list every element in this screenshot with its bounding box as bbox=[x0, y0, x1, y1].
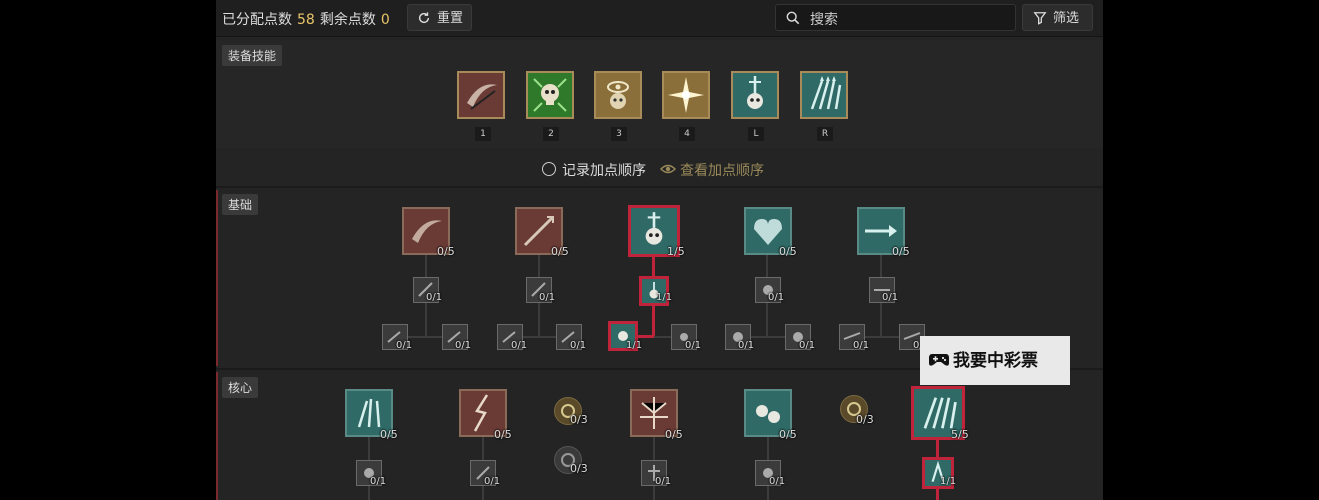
remaining-points-label: 剩余点数 bbox=[319, 12, 376, 28]
remaining-points-value: 0 bbox=[380, 12, 390, 28]
equipped-slot-4[interactable] bbox=[662, 71, 710, 119]
skill-rank: 1/5 bbox=[667, 245, 685, 258]
slot-key-1: 1 bbox=[475, 127, 491, 141]
skill-rank: 0/3 bbox=[570, 413, 588, 426]
upgrade-rank: 1/1 bbox=[940, 476, 957, 487]
skill-rank: 0/5 bbox=[665, 428, 683, 441]
bone-spear-icon bbox=[810, 76, 842, 110]
gamepad-icon bbox=[929, 354, 949, 366]
equipped-slot-R[interactable] bbox=[800, 71, 848, 119]
skill-rank: 5/5 bbox=[951, 428, 969, 441]
equipped-title: 装备技能 bbox=[222, 45, 283, 66]
upgrade-rank: 0/1 bbox=[768, 292, 785, 303]
basic-title: 基础 bbox=[222, 194, 259, 215]
refresh-icon bbox=[418, 12, 430, 24]
skill-rank: 0/5 bbox=[892, 245, 910, 258]
upgrade-rank: 0/1 bbox=[769, 476, 786, 487]
skill-rank: 0/5 bbox=[779, 428, 797, 441]
skill-rank: 0/3 bbox=[856, 413, 874, 426]
star-burst-icon bbox=[668, 77, 704, 113]
skill-rank: 0/3 bbox=[570, 462, 588, 475]
allocated-points-value: 58 bbox=[297, 12, 315, 28]
modifier-rank: 0/1 bbox=[738, 340, 755, 351]
reset-label: 重置 bbox=[437, 11, 464, 26]
eye-icon bbox=[660, 164, 676, 174]
modifier-rank: 0/1 bbox=[685, 340, 702, 351]
upgrade-rank: 1/1 bbox=[656, 292, 673, 303]
skill-rank: 0/5 bbox=[494, 428, 512, 441]
equipped-section bbox=[216, 40, 1103, 148]
equipped-slot-L[interactable] bbox=[731, 71, 779, 119]
equipped-slot-2[interactable] bbox=[526, 71, 574, 119]
watermark-text: 我要中彩票 bbox=[953, 351, 1038, 371]
scythe-slash-icon bbox=[467, 84, 497, 110]
upgrade-rank: 0/1 bbox=[655, 476, 672, 487]
modifier-rank: 0/1 bbox=[853, 340, 870, 351]
slot-key-3: 3 bbox=[611, 127, 627, 141]
search-placeholder: 搜索 bbox=[810, 12, 838, 28]
slot-key-2: 2 bbox=[543, 127, 559, 141]
skill-rank: 0/5 bbox=[551, 245, 569, 258]
skill-rank: 0/5 bbox=[779, 245, 797, 258]
skill-tree-panel: 已分配点数 58 剩余点数 0 重置 搜索 筛选 装备技能 1 2 3 4 L … bbox=[216, 0, 1103, 500]
equipped-slot-3[interactable] bbox=[594, 71, 642, 119]
modifier-rank: 0/1 bbox=[396, 340, 413, 351]
allocated-points-label: 已分配点数 bbox=[222, 12, 292, 28]
slot-key-4: 4 bbox=[679, 127, 695, 141]
search-input[interactable]: 搜索 bbox=[775, 4, 1016, 31]
skull-poison-icon bbox=[533, 78, 567, 112]
modifier-rank: 1/1 bbox=[626, 340, 643, 351]
skill-rank: 0/5 bbox=[380, 428, 398, 441]
view-order-link[interactable]: 查看加点顺序 bbox=[680, 160, 764, 180]
record-order-radio[interactable] bbox=[542, 162, 556, 176]
upgrade-rank: 0/1 bbox=[370, 476, 387, 487]
upgrade-rank: 0/1 bbox=[484, 476, 501, 487]
slot-key-R: R bbox=[817, 127, 833, 141]
core-title: 核心 bbox=[222, 377, 259, 398]
skull-sword-icon bbox=[747, 76, 763, 109]
eye-skull-icon bbox=[607, 81, 629, 109]
filter-button[interactable]: 筛选 bbox=[1022, 4, 1093, 31]
slot-key-L: L bbox=[748, 127, 764, 141]
filter-icon bbox=[1033, 12, 1047, 25]
modifier-rank: 0/1 bbox=[570, 340, 587, 351]
record-order-label[interactable]: 记录加点顺序 bbox=[562, 160, 646, 180]
search-icon bbox=[786, 11, 800, 25]
modifier-rank: 0/1 bbox=[511, 340, 528, 351]
top-bar: 已分配点数 58 剩余点数 0 重置 搜索 筛选 bbox=[216, 0, 1103, 37]
filter-label: 筛选 bbox=[1053, 11, 1080, 26]
watermark: 我要中彩票 bbox=[920, 336, 1070, 385]
reset-button[interactable]: 重置 bbox=[407, 4, 472, 31]
skill-rank: 0/5 bbox=[437, 245, 455, 258]
equipped-slot-1[interactable] bbox=[457, 71, 505, 119]
modifier-rank: 0/1 bbox=[799, 340, 816, 351]
upgrade-rank: 0/1 bbox=[426, 292, 443, 303]
upgrade-rank: 0/1 bbox=[539, 292, 556, 303]
section-marker bbox=[216, 190, 218, 366]
modifier-rank: 0/1 bbox=[455, 340, 472, 351]
section-divider bbox=[216, 186, 1103, 188]
section-marker bbox=[216, 372, 218, 500]
points-summary: 已分配点数 58 剩余点数 0 bbox=[222, 9, 395, 29]
upgrade-rank: 0/1 bbox=[882, 292, 899, 303]
